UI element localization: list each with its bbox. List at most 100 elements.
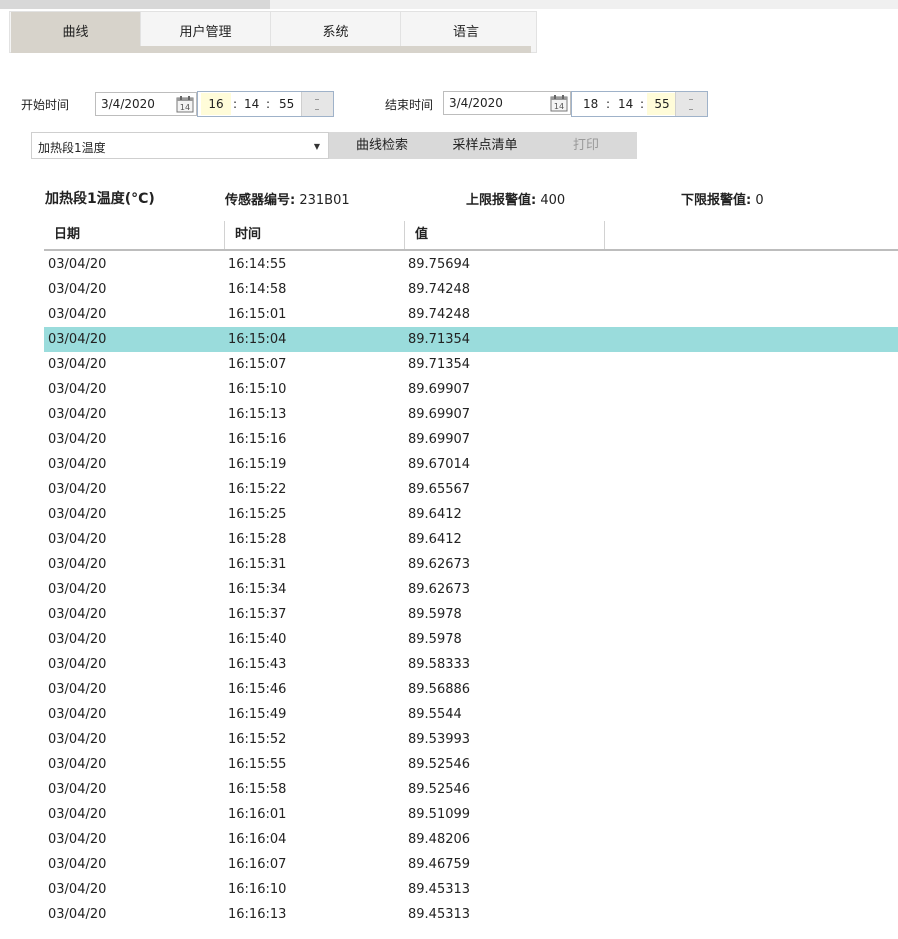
table-row[interactable]: 03/04/20 16:15:55 89.52546 — [44, 752, 898, 777]
table-row[interactable]: 03/04/20 16:15:10 89.69907 — [44, 377, 898, 402]
cell-value: 89.75694 — [408, 257, 471, 272]
start-second[interactable]: 55 — [279, 97, 294, 111]
end-time-field[interactable]: 18 : 14 : 55 — [571, 91, 708, 117]
start-time-spinner[interactable] — [301, 92, 333, 116]
cell-value: 89.45313 — [408, 882, 471, 897]
cell-time: 16:15:58 — [228, 782, 287, 797]
cell-date: 03/04/20 — [48, 507, 107, 522]
cell-date: 03/04/20 — [48, 482, 107, 497]
calendar-icon[interactable]: 14 — [550, 94, 568, 112]
table-row[interactable]: 03/04/20 16:15:16 89.69907 — [44, 427, 898, 452]
tab-curve[interactable]: 曲线 — [11, 12, 141, 46]
end-minute[interactable]: 14 — [618, 97, 633, 111]
start-date-picker[interactable]: 3/4/2020 14 — [95, 92, 197, 116]
sample-list-button[interactable]: 采样点清单 — [435, 132, 535, 159]
column-header-time[interactable]: 时间 — [225, 221, 405, 249]
table-row[interactable]: 03/04/20 16:16:07 89.46759 — [44, 852, 898, 877]
cell-date: 03/04/20 — [48, 432, 107, 447]
table-row[interactable]: 03/04/20 16:14:55 89.75694 — [44, 252, 898, 277]
time-separator: : — [233, 97, 238, 111]
start-minute[interactable]: 14 — [244, 97, 259, 111]
column-header-value[interactable]: 值 — [405, 221, 605, 249]
table-row[interactable]: 03/04/20 16:16:04 89.48206 — [44, 827, 898, 852]
cell-value: 89.71354 — [408, 332, 471, 347]
table-row[interactable]: 03/04/20 16:16:10 89.45313 — [44, 877, 898, 902]
tab-user-management[interactable]: 用户管理 — [141, 12, 271, 46]
time-separator: : — [640, 97, 645, 111]
lower-alarm-value: 0 — [755, 193, 764, 208]
cell-date: 03/04/20 — [48, 282, 107, 297]
end-second[interactable]: 55 — [647, 93, 677, 115]
time-separator: : — [606, 97, 611, 111]
cell-value: 89.69907 — [408, 382, 471, 397]
cell-date: 03/04/20 — [48, 557, 107, 572]
table-row[interactable]: 03/04/20 16:15:34 89.62673 — [44, 577, 898, 602]
tab-system[interactable]: 系统 — [271, 12, 401, 46]
cell-value: 89.6412 — [408, 507, 462, 522]
cell-value: 89.5544 — [408, 707, 462, 722]
sensor-id-label: 传感器编号: — [225, 193, 296, 208]
cell-date: 03/04/20 — [48, 707, 107, 722]
print-button[interactable]: 打印 — [535, 132, 637, 159]
cell-date: 03/04/20 — [48, 457, 107, 472]
table-row[interactable]: 03/04/20 16:15:22 89.65567 — [44, 477, 898, 502]
table-row[interactable]: 03/04/20 16:15:49 89.5544 — [44, 702, 898, 727]
channel-select-value: 加热段1温度 — [38, 141, 106, 155]
cell-value: 89.48206 — [408, 832, 471, 847]
tab-language[interactable]: 语言 — [401, 12, 531, 46]
cell-time: 16:15:55 — [228, 757, 287, 772]
cell-value: 89.62673 — [408, 582, 471, 597]
table-row[interactable]: 03/04/20 16:15:04 89.71354 — [44, 327, 898, 352]
table-row[interactable]: 03/04/20 16:15:13 89.69907 — [44, 402, 898, 427]
cell-value: 89.46759 — [408, 857, 471, 872]
end-date-value: 3/4/2020 — [449, 96, 503, 110]
calendar-icon[interactable]: 14 — [176, 95, 194, 113]
cell-date: 03/04/20 — [48, 782, 107, 797]
cell-date: 03/04/20 — [48, 757, 107, 772]
curve-search-button[interactable]: 曲线检索 — [329, 132, 435, 159]
cell-value: 89.69907 — [408, 407, 471, 422]
cell-value: 89.67014 — [408, 457, 471, 472]
top-strip-shade — [0, 0, 270, 9]
end-date-picker[interactable]: 3/4/2020 14 — [443, 91, 571, 115]
cell-date: 03/04/20 — [48, 807, 107, 822]
table-row[interactable]: 03/04/20 16:15:01 89.74248 — [44, 302, 898, 327]
start-time-field[interactable]: 16 : 14 : 55 — [197, 91, 334, 117]
cell-value: 89.71354 — [408, 357, 471, 372]
table-row[interactable]: 03/04/20 16:15:37 89.5978 — [44, 602, 898, 627]
table-row[interactable]: 03/04/20 16:16:01 89.51099 — [44, 802, 898, 827]
end-time-spinner[interactable] — [675, 92, 707, 116]
table-row[interactable]: 03/04/20 16:15:43 89.58333 — [44, 652, 898, 677]
table-row[interactable]: 03/04/20 16:15:46 89.56886 — [44, 677, 898, 702]
cell-time: 16:16:04 — [228, 832, 287, 847]
cell-date: 03/04/20 — [48, 607, 107, 622]
column-header-date[interactable]: 日期 — [44, 221, 225, 249]
chevron-down-icon[interactable]: ▼ — [314, 142, 320, 151]
table-row[interactable]: 03/04/20 16:15:19 89.67014 — [44, 452, 898, 477]
spin-down-icon[interactable] — [689, 109, 693, 110]
spin-up-icon[interactable] — [315, 99, 319, 100]
spin-down-icon[interactable] — [315, 109, 319, 110]
table-row[interactable]: 03/04/20 16:15:28 89.6412 — [44, 527, 898, 552]
end-hour[interactable]: 18 — [583, 97, 598, 111]
cell-time: 16:15:01 — [228, 307, 287, 322]
table-row[interactable]: 03/04/20 16:15:31 89.62673 — [44, 552, 898, 577]
cell-time: 16:16:10 — [228, 882, 287, 897]
data-table-body: 03/04/20 16:14:55 89.75694 03/04/20 16:14:58… — [44, 252, 898, 927]
table-row[interactable]: 03/04/20 16:15:40 89.5978 — [44, 627, 898, 652]
series-title: 加热段1温度(°C) — [45, 191, 155, 207]
start-hour[interactable]: 16 — [201, 93, 231, 115]
table-row[interactable]: 03/04/20 16:16:13 89.45313 — [44, 902, 898, 927]
table-row[interactable]: 03/04/20 16:15:52 89.53993 — [44, 727, 898, 752]
cell-date: 03/04/20 — [48, 532, 107, 547]
channel-select[interactable]: 加热段1温度 ▼ — [31, 132, 329, 159]
cell-date: 03/04/20 — [48, 307, 107, 322]
table-row[interactable]: 03/04/20 16:15:58 89.52546 — [44, 777, 898, 802]
cell-date: 03/04/20 — [48, 657, 107, 672]
cell-time: 16:15:49 — [228, 707, 287, 722]
table-row[interactable]: 03/04/20 16:15:07 89.71354 — [44, 352, 898, 377]
table-row[interactable]: 03/04/20 16:14:58 89.74248 — [44, 277, 898, 302]
spin-up-icon[interactable] — [689, 99, 693, 100]
cell-value: 89.62673 — [408, 557, 471, 572]
table-row[interactable]: 03/04/20 16:15:25 89.6412 — [44, 502, 898, 527]
